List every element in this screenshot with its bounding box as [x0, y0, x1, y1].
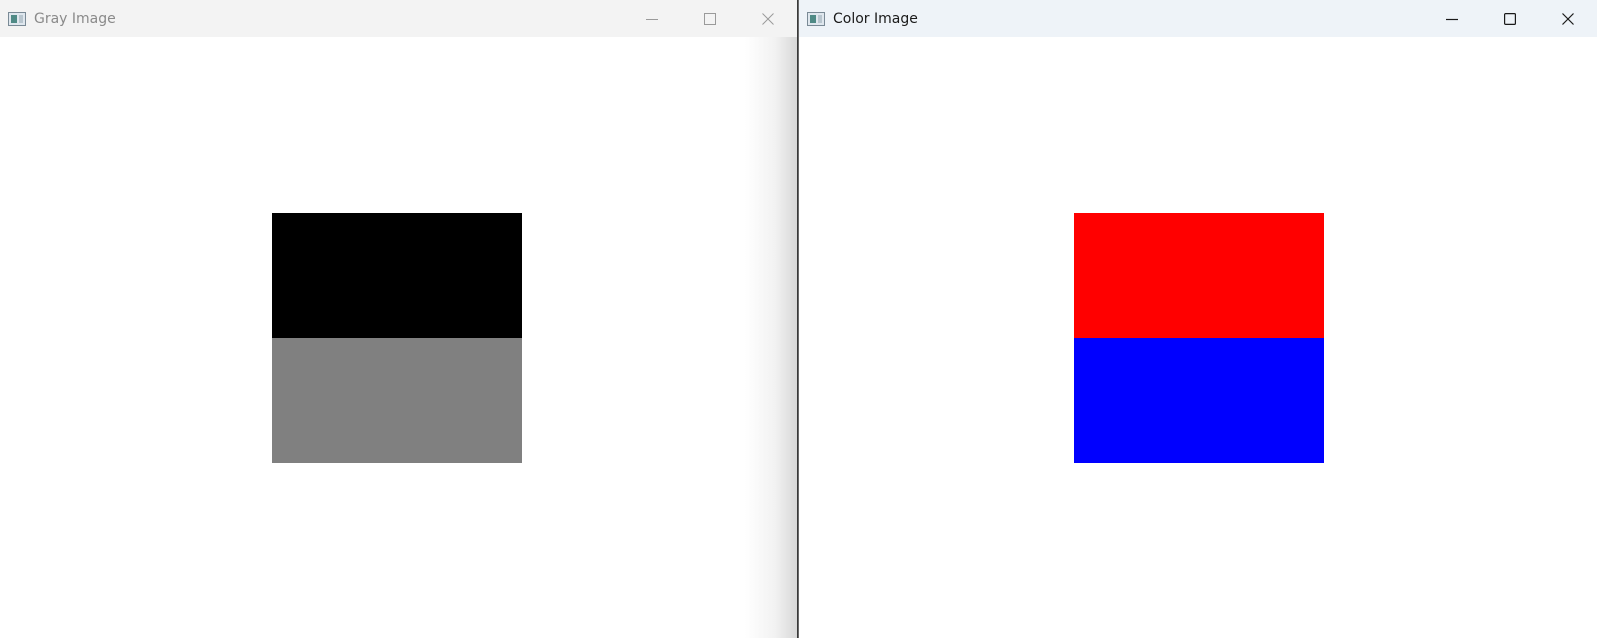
- close-icon: [762, 12, 774, 25]
- color-image-bottom-region: [1074, 338, 1324, 463]
- maximize-button[interactable]: [681, 0, 739, 37]
- color-window-titlebar[interactable]: Color Image: [799, 0, 1597, 37]
- close-icon: [1562, 12, 1574, 25]
- window-title: Color Image: [833, 10, 918, 27]
- color-image: [1074, 213, 1324, 463]
- color-image-top-region: [1074, 213, 1324, 338]
- app-icon[interactable]: [807, 11, 825, 26]
- close-button[interactable]: [739, 0, 797, 37]
- gray-image-canvas: [0, 37, 797, 638]
- close-button[interactable]: [1539, 0, 1597, 37]
- gray-window-titlebar[interactable]: Gray Image: [0, 0, 797, 37]
- gray-image-window[interactable]: Gray Image: [0, 0, 797, 638]
- maximize-button[interactable]: [1481, 0, 1539, 37]
- minimize-button[interactable]: [1423, 0, 1481, 37]
- maximize-icon: [1504, 12, 1516, 25]
- gray-image-bottom-region: [272, 338, 522, 463]
- gray-image: [272, 213, 522, 463]
- color-image-canvas: [799, 37, 1597, 638]
- gray-image-top-region: [272, 213, 522, 338]
- minimize-button[interactable]: [623, 0, 681, 37]
- maximize-icon: [704, 12, 716, 25]
- minimize-icon: [646, 18, 658, 20]
- desktop: Gray Image Color Image: [0, 0, 1597, 638]
- color-image-window[interactable]: Color Image: [798, 0, 1597, 638]
- app-icon[interactable]: [8, 11, 26, 26]
- window-title: Gray Image: [34, 10, 116, 27]
- minimize-icon: [1446, 18, 1458, 20]
